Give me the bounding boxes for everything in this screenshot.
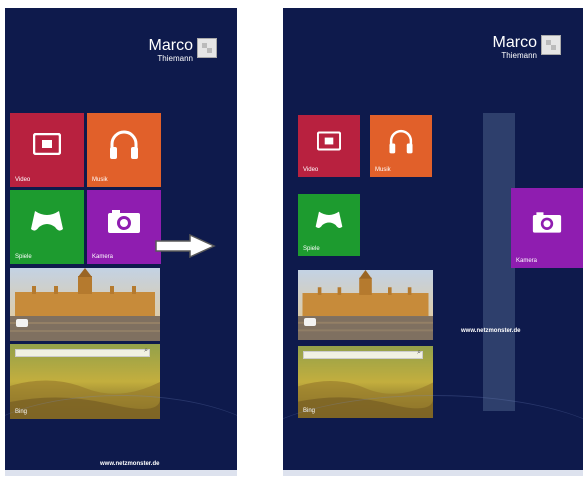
camera-icon: [108, 210, 140, 234]
tile-kamera-dragging[interactable]: Kamera: [511, 188, 583, 268]
user-last-name: Thiemann: [157, 54, 193, 63]
bottom-bar: [5, 470, 237, 476]
tile-label: Musik: [92, 177, 108, 183]
avatar[interactable]: [541, 35, 561, 55]
tile-video[interactable]: Video: [298, 115, 360, 177]
avatar[interactable]: [197, 38, 217, 58]
search-icon: ⌕: [144, 347, 148, 354]
search-field[interactable]: ⌕: [303, 349, 423, 359]
watermark: www.netzmonster.de: [100, 461, 160, 467]
tile-bing[interactable]: ⌕ Bing: [10, 344, 160, 419]
start-screen-after: Marco Thiemann Video Musik Spiele Kamera…: [283, 8, 583, 476]
tile-label: Musik: [375, 167, 391, 173]
bottom-bar: [283, 470, 583, 476]
video-icon: [33, 133, 61, 156]
gamepad-icon: [31, 211, 63, 231]
headphones-icon: [110, 130, 138, 160]
user-first-name: Marco: [492, 34, 537, 51]
tile-label: Video: [303, 167, 319, 173]
tile-label: Video: [15, 177, 31, 183]
user-name[interactable]: Marco Thiemann: [493, 35, 537, 60]
video-icon: [317, 131, 341, 151]
search-field[interactable]: ⌕: [15, 347, 150, 357]
parliament-image: [298, 270, 433, 340]
tile-photo[interactable]: [10, 268, 160, 341]
watermark: www.netzmonster.de: [461, 328, 521, 334]
search-icon: ⌕: [417, 349, 421, 356]
user-last-name: Thiemann: [501, 51, 537, 60]
photos-icon: [304, 318, 316, 326]
tile-label: Spiele: [15, 254, 32, 260]
tile-spiele[interactable]: Spiele: [298, 194, 360, 256]
user-first-name: Marco: [148, 37, 193, 54]
user-name[interactable]: Marco Thiemann: [149, 38, 193, 63]
tile-musik[interactable]: Musik: [87, 113, 161, 187]
camera-icon: [532, 211, 562, 233]
tile-label: Bing: [15, 409, 28, 415]
photos-icon: [16, 319, 28, 327]
gamepad-icon: [315, 211, 343, 229]
tile-photo[interactable]: [298, 270, 433, 340]
tile-label: Kamera: [92, 254, 114, 260]
tile-label: Bing: [303, 408, 316, 414]
tile-bing[interactable]: ⌕ Bing: [298, 346, 433, 418]
tile-spiele[interactable]: Spiele: [10, 190, 84, 264]
tile-musik[interactable]: Musik: [370, 115, 432, 177]
tile-label: Kamera: [516, 258, 538, 264]
tile-label: Spiele: [303, 246, 320, 252]
arrow-right-icon: [155, 233, 216, 259]
headphones-icon: [389, 129, 413, 154]
tile-kamera[interactable]: Kamera: [87, 190, 161, 264]
parliament-image: [10, 268, 160, 341]
tile-video[interactable]: Video: [10, 113, 84, 187]
